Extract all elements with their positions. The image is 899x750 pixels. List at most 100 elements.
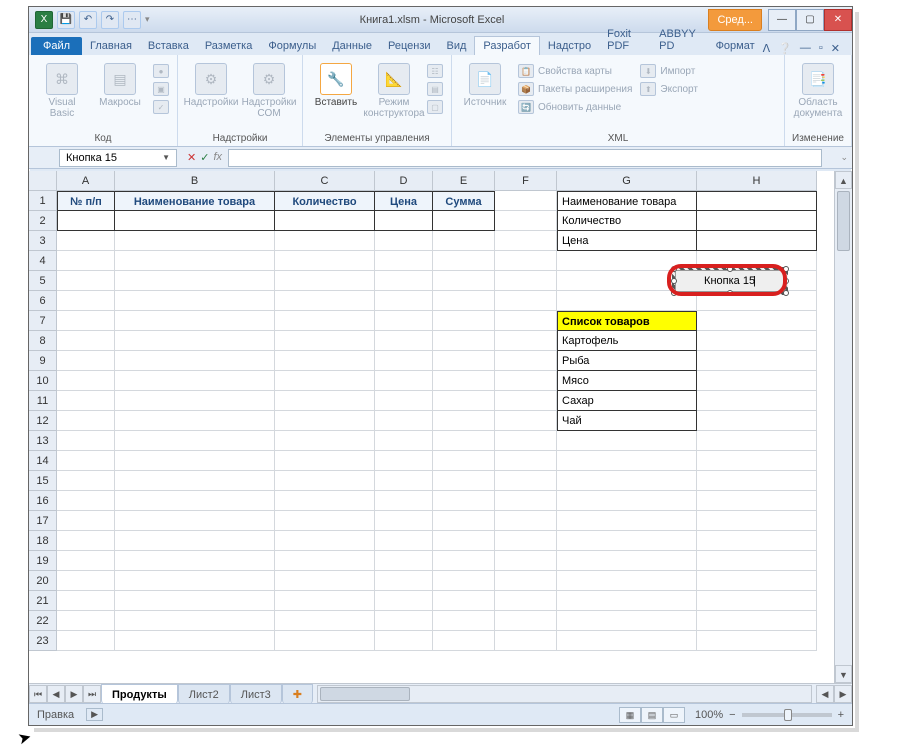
xml-source-button[interactable]: 📄Источник [458, 59, 512, 108]
cell[interactable] [433, 431, 495, 451]
row-header[interactable]: 17 [29, 511, 57, 531]
tab-view[interactable]: Вид [439, 37, 475, 55]
document-panel-button[interactable]: 📑Область документа [791, 59, 845, 119]
macros-button[interactable]: ▤Макросы [93, 59, 147, 108]
cell[interactable]: Список товаров [557, 311, 697, 331]
resize-handle[interactable] [671, 266, 677, 272]
cell[interactable] [375, 331, 433, 351]
tab-nav-first[interactable]: ⏮ [29, 685, 47, 703]
cell[interactable] [375, 371, 433, 391]
scroll-thumb[interactable] [837, 191, 850, 251]
row-header[interactable]: 12 [29, 411, 57, 431]
cell[interactable] [375, 591, 433, 611]
resize-handle[interactable] [783, 278, 789, 284]
tab-data[interactable]: Данные [324, 37, 380, 55]
cell[interactable] [697, 351, 817, 371]
view-layout-button[interactable]: ▤ [641, 707, 663, 723]
cell[interactable] [495, 631, 557, 651]
cell[interactable]: Мясо [557, 371, 697, 391]
column-header[interactable]: G [557, 171, 697, 191]
cell[interactable] [275, 211, 375, 231]
cell[interactable] [375, 311, 433, 331]
cell[interactable] [697, 471, 817, 491]
cell[interactable] [495, 191, 557, 211]
cell[interactable] [115, 371, 275, 391]
cell[interactable] [375, 211, 433, 231]
cell[interactable] [115, 471, 275, 491]
design-mode-button[interactable]: 📐Режим конструктора [367, 59, 421, 119]
cell[interactable] [557, 511, 697, 531]
cell[interactable] [375, 531, 433, 551]
cell[interactable]: Сахар [557, 391, 697, 411]
tab-addins[interactable]: Надстро [540, 37, 599, 55]
vertical-scrollbar[interactable]: ▲ ▼ [834, 171, 852, 683]
new-sheet-button[interactable]: ✚ [282, 684, 313, 704]
select-all-button[interactable] [29, 171, 57, 191]
resize-handle[interactable] [783, 290, 789, 296]
cell[interactable] [115, 351, 275, 371]
cell[interactable] [375, 471, 433, 491]
cell[interactable] [115, 331, 275, 351]
confirm-formula-icon[interactable]: ✓ [200, 151, 209, 164]
cell[interactable] [57, 571, 115, 591]
cell[interactable] [57, 251, 115, 271]
cell[interactable] [697, 631, 817, 651]
cell[interactable] [275, 331, 375, 351]
cell[interactable] [495, 351, 557, 371]
cell[interactable] [557, 451, 697, 471]
cell[interactable]: Цена [375, 191, 433, 211]
help-icon[interactable]: ❔ [778, 42, 792, 55]
cell[interactable] [697, 311, 817, 331]
cell[interactable] [697, 211, 817, 231]
view-break-button[interactable]: ▭ [663, 707, 685, 723]
expansion-packs-button[interactable]: 📦Пакеты расширения [516, 81, 634, 97]
cell[interactable] [57, 291, 115, 311]
cell[interactable] [495, 551, 557, 571]
cell[interactable] [495, 611, 557, 631]
properties-button[interactable]: ☷ [425, 63, 445, 79]
sheet-tab[interactable]: Лист3 [230, 684, 282, 704]
cell[interactable] [57, 331, 115, 351]
cell[interactable] [275, 351, 375, 371]
cell[interactable] [57, 211, 115, 231]
cell[interactable] [697, 431, 817, 451]
cell[interactable] [557, 491, 697, 511]
sheet-tab-active[interactable]: Продукты [101, 684, 178, 704]
cell[interactable] [57, 591, 115, 611]
cell[interactable]: Количество [275, 191, 375, 211]
cell[interactable] [697, 331, 817, 351]
cell[interactable] [433, 211, 495, 231]
cell[interactable] [115, 391, 275, 411]
export-button[interactable]: ⬆Экспорт [638, 81, 700, 97]
column-header[interactable]: H [697, 171, 817, 191]
row-header[interactable]: 4 [29, 251, 57, 271]
close-button[interactable]: ✕ [824, 9, 852, 31]
column-header[interactable]: C [275, 171, 375, 191]
cell[interactable] [115, 231, 275, 251]
scroll-up-icon[interactable]: ▲ [835, 171, 852, 189]
cell[interactable] [57, 451, 115, 471]
tab-nav-last[interactable]: ⏭ [83, 685, 101, 703]
cell[interactable] [433, 351, 495, 371]
cell[interactable] [495, 391, 557, 411]
cell[interactable] [57, 231, 115, 251]
insert-control-button[interactable]: 🔧Вставить [309, 59, 363, 108]
cell[interactable] [495, 411, 557, 431]
fx-icon[interactable]: fx [213, 151, 222, 164]
tab-insert[interactable]: Вставка [140, 37, 197, 55]
qat-more-button[interactable]: ⋯ [123, 11, 141, 29]
cell[interactable] [375, 511, 433, 531]
cell[interactable] [57, 551, 115, 571]
addins-button[interactable]: ⚙Надстройки [184, 59, 238, 108]
cell[interactable]: Сумма [433, 191, 495, 211]
record-macro-button[interactable]: ● [151, 63, 171, 79]
minimize-button[interactable]: — [768, 9, 796, 31]
cell[interactable]: Наименование товара [557, 191, 697, 211]
sheet-tab[interactable]: Лист2 [178, 684, 230, 704]
cell[interactable] [433, 611, 495, 631]
row-header[interactable]: 3 [29, 231, 57, 251]
cell[interactable] [375, 411, 433, 431]
row-header[interactable]: 5 [29, 271, 57, 291]
excel-icon[interactable]: X [35, 11, 53, 29]
cell[interactable] [57, 631, 115, 651]
